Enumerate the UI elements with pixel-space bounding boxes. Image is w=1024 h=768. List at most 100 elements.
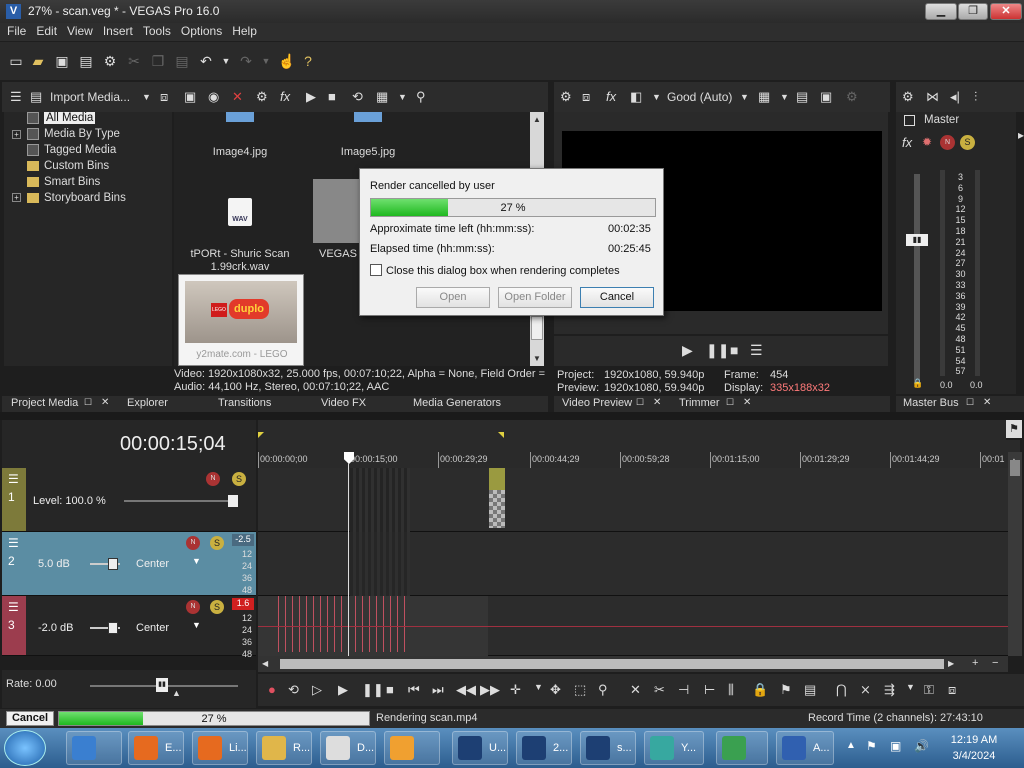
mute-icon[interactable]: N (206, 472, 220, 486)
master-fader-track[interactable] (914, 174, 920, 384)
loop-start-marker[interactable] (258, 432, 264, 438)
zoom-tool-icon[interactable]: ⚲ (598, 682, 608, 698)
expand-icon[interactable]: + (12, 193, 21, 203)
pan-slider-handle[interactable]: ▼ (192, 556, 201, 566)
record-icon[interactable]: ● (268, 682, 276, 697)
track-lane[interactable] (258, 532, 1008, 596)
track-lane[interactable] (258, 596, 1008, 656)
marker-tool-icon[interactable]: ⚑ (1006, 420, 1022, 438)
solo-icon[interactable]: S (232, 472, 246, 486)
tab-trimmer[interactable]: Trimmer (679, 397, 720, 409)
overlays-grid-icon[interactable]: ▦ (758, 89, 770, 105)
new-file-icon[interactable]: ▭ (8, 53, 24, 69)
master-fader-handle[interactable]: ▮▮ (906, 234, 928, 246)
volume-icon[interactable]: 🔊 (914, 739, 929, 753)
maximize-panel-icon[interactable]: ☐ (84, 397, 92, 408)
menu-insert[interactable]: Insert (98, 23, 138, 38)
track-header[interactable]: ☰ 1 Level: 100.0 % N S (2, 468, 256, 532)
import-media-button[interactable]: Import Media... (50, 89, 130, 105)
copy-icon[interactable]: ❐ (150, 53, 166, 69)
pause-icon[interactable]: ❚❚ (362, 682, 384, 698)
play-icon[interactable]: ▶ (338, 682, 348, 698)
paste-icon[interactable]: ▤ (174, 53, 190, 69)
go-to-start-icon[interactable]: ⏮ (408, 682, 420, 698)
ignore-grouping-icon[interactable]: ⧈ (948, 682, 956, 698)
close-panel-icon[interactable]: ✕ (983, 397, 991, 408)
preview-settings-gear-icon[interactable]: ⚙ (560, 89, 572, 105)
stop-icon[interactable]: ■ (386, 682, 394, 697)
dock-splitter[interactable] (0, 412, 1024, 420)
taskbar-button[interactable] (384, 731, 440, 765)
volume-slider-handle[interactable] (108, 558, 118, 570)
views-dropdown-icon[interactable]: ▼ (398, 89, 407, 105)
close-panel-icon[interactable]: ✕ (101, 397, 109, 408)
tree-item-tagged-media[interactable]: Tagged Media (4, 144, 116, 160)
video-event-thumbnail[interactable] (489, 490, 505, 528)
scroll-thumb[interactable] (280, 659, 944, 669)
wav-file-icon[interactable]: WAV (228, 198, 252, 226)
master-fx-icon[interactable]: fx (902, 135, 912, 150)
preview-device-icon[interactable]: ⧈ (582, 89, 590, 105)
tab-video-preview[interactable]: Video Preview (562, 397, 632, 409)
pointer-help-icon[interactable]: ☝ (278, 53, 295, 69)
menu-options[interactable]: Options (176, 23, 227, 38)
taskbar-button[interactable]: D... (320, 731, 376, 765)
import-media-icon[interactable]: ▤ (30, 89, 42, 105)
image-thumbnail[interactable] (354, 112, 382, 122)
scroll-thumb[interactable] (1010, 460, 1020, 476)
open-folder-icon[interactable]: ▰ (30, 53, 46, 69)
fx-chain-icon[interactable]: ✹ (922, 135, 932, 149)
tree-item-storyboard-bins[interactable]: + Storyboard Bins (4, 192, 126, 208)
taskbar-button[interactable]: A... (776, 731, 834, 765)
selection-tool-icon[interactable]: ⬚ (574, 682, 586, 698)
menu-view[interactable]: View (62, 23, 98, 38)
taskbar-button[interactable]: R... (256, 731, 312, 765)
media-caption[interactable]: Image5.jpg (303, 146, 433, 158)
loop-end-marker[interactable] (498, 432, 504, 438)
close-panel-icon[interactable]: ✕ (743, 397, 751, 408)
scroll-right-icon[interactable]: ▶ (948, 659, 954, 668)
delete-icon[interactable]: ✕ (630, 682, 641, 698)
play-icon[interactable]: ▶ (682, 342, 693, 358)
redo-dropdown-icon[interactable]: ▼ (258, 53, 274, 69)
taskbar-button[interactable]: s... (580, 731, 636, 765)
dim-icon[interactable]: ◂| (950, 89, 960, 105)
play-icon[interactable]: ▶ (306, 89, 316, 105)
render-icon[interactable]: ▤ (78, 53, 94, 69)
undo-icon[interactable]: ↶ (198, 53, 214, 69)
auto-ripple-icon[interactable]: ⇶ (884, 682, 895, 698)
expand-icon[interactable]: + (12, 129, 21, 139)
trim-icon[interactable]: ✂ (654, 682, 665, 698)
menu-edit[interactable]: Edit (31, 23, 62, 38)
maximize-panel-icon[interactable]: ☐ (966, 397, 974, 408)
tab-explorer[interactable]: Explorer (127, 397, 168, 409)
save-snapshot-icon[interactable]: ▣ (820, 89, 832, 105)
tree-item-media-by-type[interactable]: + Media By Type (4, 128, 120, 144)
taskbar-button[interactable] (716, 731, 768, 765)
solo-icon[interactable]: S (960, 135, 975, 150)
get-media-icon[interactable]: ▣ (184, 89, 196, 105)
overlays-dropdown-icon[interactable]: ▼ (780, 89, 789, 105)
edit-tool-dropdown-icon[interactable]: ▼ (534, 682, 543, 692)
tree-item-smart-bins[interactable]: Smart Bins (4, 176, 100, 192)
level-slider-handle[interactable] (228, 495, 238, 507)
start-button-icon[interactable] (4, 730, 46, 766)
auto-preview-icon[interactable]: ⟲ (352, 89, 363, 105)
mute-icon[interactable]: N (186, 600, 200, 614)
cut-icon[interactable]: ✂ (126, 53, 142, 69)
tab-media-generators[interactable]: Media Generators (413, 397, 501, 409)
settings-gear-icon[interactable]: ⚙ (102, 53, 118, 69)
zoom-in-icon[interactable]: + (972, 657, 978, 669)
scroll-up-icon[interactable]: ▲ (533, 115, 541, 124)
volume-envelope-line[interactable] (258, 626, 1008, 627)
trim-end-icon[interactable]: ⊢ (704, 682, 715, 698)
minimize-button[interactable]: ▁ (925, 3, 957, 20)
image-thumbnail[interactable] (226, 112, 254, 122)
tab-video-fx[interactable]: Video FX (321, 397, 366, 409)
lock-icon[interactable]: 🔒 (912, 378, 923, 389)
track-header[interactable]: ☰ 3 -2.0 dB Center ▼ N S 1.6 12 24 36 48 (2, 596, 256, 659)
zoom-out-icon[interactable]: − (992, 657, 998, 669)
stop-icon[interactable]: ■ (328, 89, 336, 105)
timeline-vscroll[interactable]: ▲ (1008, 452, 1022, 656)
preview-quality-select[interactable]: Good (Auto) (667, 89, 732, 105)
